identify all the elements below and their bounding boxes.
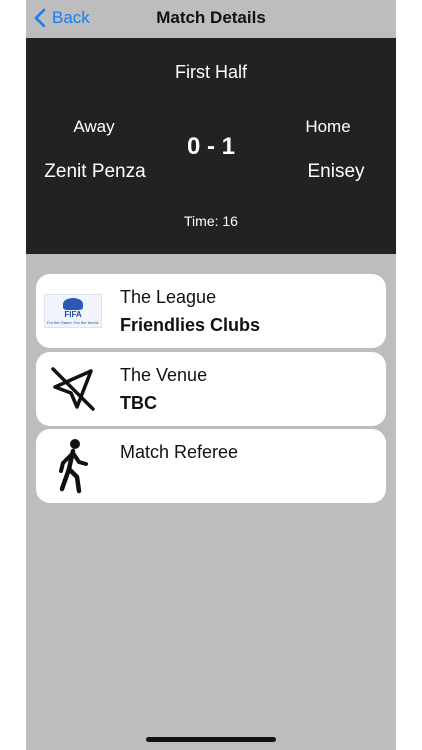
referee-card-title: Match Referee: [120, 442, 239, 462]
league-card[interactable]: FIFA For the Game. For the World. The Le…: [36, 274, 386, 348]
match-period: First Half: [175, 62, 247, 82]
match-details-screen: Back Match Details First Half Away Home …: [26, 0, 396, 750]
venue-icon-wrap: [44, 360, 102, 418]
away-team-name: Zenit Penza: [44, 161, 146, 182]
navigation-bar: Back Match Details: [26, 0, 396, 38]
fifa-logo-text: FIFA: [64, 310, 82, 319]
fifa-logo-icon: FIFA For the Game. For the World.: [44, 294, 102, 328]
page-title: Match Details: [156, 8, 266, 27]
venue-card[interactable]: The Venue TBC: [36, 352, 386, 426]
fifa-logo-subtext: For the Game. For the World.: [46, 320, 100, 325]
walking-person-icon: [59, 439, 88, 494]
venue-card-value: TBC: [120, 393, 157, 413]
location-slash-icon: [51, 367, 95, 411]
referee-card[interactable]: Match Referee: [36, 429, 386, 503]
referee-icon-wrap: [44, 437, 102, 495]
match-time: Time: 16: [184, 213, 238, 229]
league-card-value: Friendlies Clubs: [120, 315, 261, 335]
home-indicator[interactable]: [146, 737, 276, 742]
venue-card-title: The Venue: [120, 365, 208, 385]
match-score: 0 - 1: [186, 133, 236, 160]
scoreboard: First Half Away Home 0 - 1 Zenit Penza E…: [26, 38, 396, 254]
league-logo: FIFA For the Game. For the World.: [44, 282, 102, 340]
league-card-title: The League: [120, 287, 217, 307]
home-team-name: Enisey: [307, 161, 365, 182]
